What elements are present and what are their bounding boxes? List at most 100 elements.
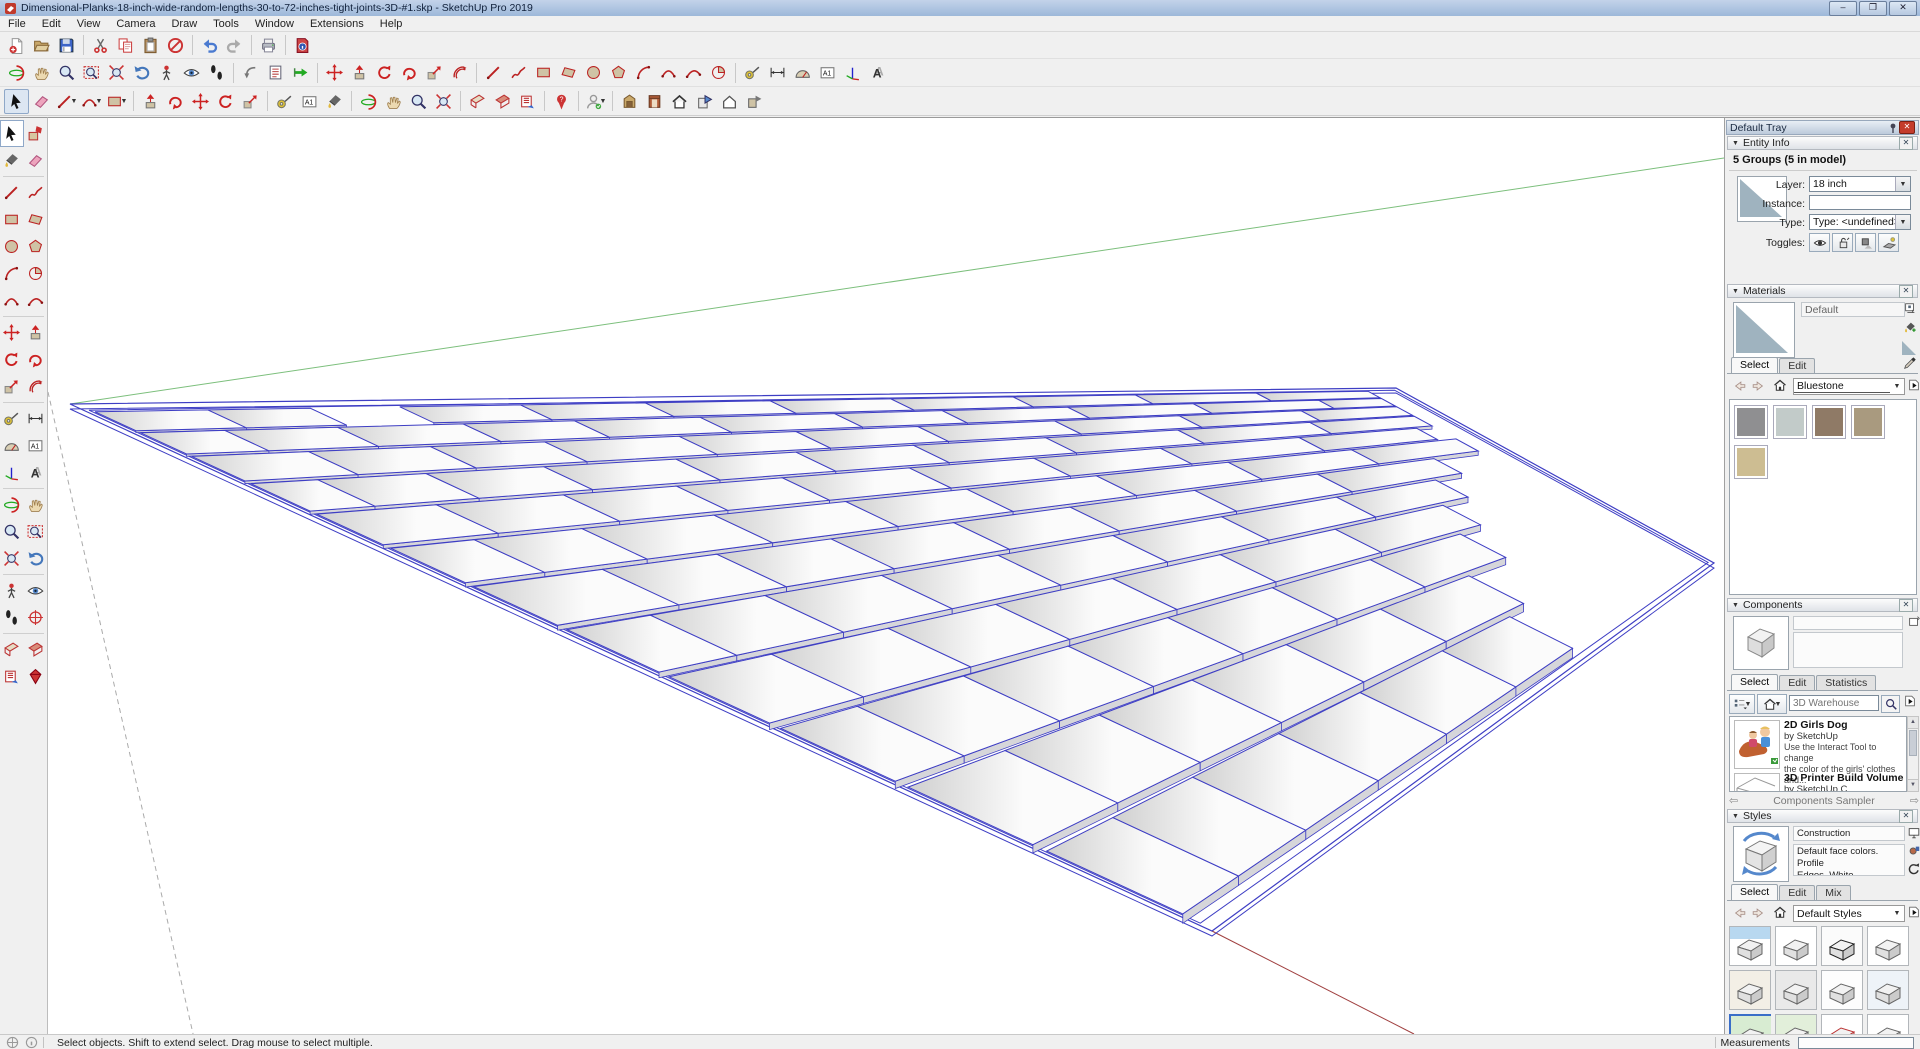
scale-tool-icon[interactable] (0, 373, 24, 400)
style-thumbnail[interactable] (1775, 970, 1817, 1010)
scroll-down-icon[interactable]: ▼ (1908, 779, 1918, 791)
signin-tool-icon[interactable]: ▼ (583, 89, 608, 114)
paste-tool-icon[interactable] (138, 33, 163, 58)
pan-tool-icon[interactable] (381, 89, 406, 114)
arc2-tool-icon[interactable] (656, 60, 681, 85)
details-arrow-icon[interactable] (1907, 905, 1920, 919)
arc2-tool-icon[interactable] (0, 287, 24, 314)
arc-tool-icon[interactable] (0, 260, 24, 287)
scrollbar-thumb[interactable] (1909, 730, 1917, 756)
dimension-tool-icon[interactable] (765, 60, 790, 85)
rect-tool-icon[interactable] (531, 60, 556, 85)
scale-tool-icon[interactable] (422, 60, 447, 85)
modelinfo-tool-icon[interactable] (290, 33, 315, 58)
menu-help[interactable]: Help (372, 17, 411, 31)
paint-tool-icon[interactable] (322, 89, 347, 114)
forward-arrow-icon[interactable] (1751, 379, 1765, 396)
details-arrow-icon[interactable] (1903, 694, 1917, 708)
tray-title-bar[interactable]: Default Tray ✕ (1726, 120, 1919, 135)
gem-tool-icon[interactable] (24, 663, 48, 690)
scroll-up-icon[interactable]: ▲ (1908, 717, 1918, 729)
pager-next-icon[interactable]: ⇨ (1910, 794, 1919, 807)
styles-header[interactable]: ▼ Styles ✕ (1727, 809, 1918, 823)
followme-tool-icon[interactable] (163, 89, 188, 114)
protractor-tool-icon[interactable] (790, 60, 815, 85)
axes-tool-icon[interactable] (840, 60, 865, 85)
view-options-icon[interactable]: ▼ (1729, 694, 1755, 714)
eyedropper-icon[interactable] (1903, 356, 1917, 370)
text3d-tool-icon[interactable]: AA (24, 459, 48, 486)
pager-prev-icon[interactable]: ⇦ (1729, 794, 1738, 807)
line-tool-icon[interactable] (0, 179, 24, 206)
style-thumbnail[interactable] (1729, 1014, 1771, 1034)
zoom-tool-icon[interactable] (54, 60, 79, 85)
pushpull-tool-icon[interactable] (24, 319, 48, 346)
poscam-tool-icon[interactable] (0, 577, 24, 604)
tab-mix[interactable]: Mix (1816, 885, 1850, 900)
line-tool-icon[interactable] (481, 60, 506, 85)
forward-arrow-icon[interactable] (1751, 906, 1765, 923)
scale-tool-icon[interactable] (238, 89, 263, 114)
entity-info-header[interactable]: ▼ Entity Info ✕ (1727, 136, 1918, 150)
lock-toggle-icon[interactable] (1832, 233, 1853, 252)
geolocation-icon[interactable] (6, 1036, 19, 1049)
components-header[interactable]: ▼ Components ✕ (1727, 598, 1918, 612)
chevron-down-icon[interactable]: ▼ (1890, 906, 1904, 921)
freehand-tool-icon[interactable] (506, 60, 531, 85)
export-tool-icon[interactable] (288, 60, 313, 85)
rect-tool-icon[interactable] (0, 206, 24, 233)
text-tool-icon[interactable]: A1 (815, 60, 840, 85)
components-close-icon[interactable]: ✕ (1899, 599, 1913, 612)
receive-shadows-toggle-icon[interactable] (1878, 233, 1899, 252)
rotrect-tool-icon[interactable] (24, 206, 48, 233)
material-swatch[interactable] (1812, 405, 1846, 439)
menu-tools[interactable]: Tools (205, 17, 247, 31)
entitylist-tool-icon[interactable] (263, 60, 288, 85)
tab-select[interactable]: Select (1731, 884, 1778, 900)
move-tool-icon[interactable] (0, 319, 24, 346)
minimize-button[interactable]: ‒ (1829, 1, 1857, 16)
look-tool-icon[interactable] (179, 60, 204, 85)
visibility-eye-toggle-icon[interactable] (1809, 233, 1830, 252)
create-material-icon[interactable] (1903, 320, 1917, 334)
chevron-down-icon[interactable]: ▼ (1895, 215, 1910, 229)
line-tool-icon[interactable]: ▼ (54, 89, 79, 114)
style-thumbnail[interactable] (1821, 926, 1863, 966)
tape-tool-icon[interactable] (740, 60, 765, 85)
pushpull-tool-icon[interactable] (138, 89, 163, 114)
styles-collection-dropdown[interactable]: Default Styles ▼ (1793, 905, 1905, 922)
menu-edit[interactable]: Edit (34, 17, 69, 31)
style-thumbnail[interactable] (1821, 1014, 1863, 1034)
redo-tool-icon[interactable] (222, 33, 247, 58)
poscam-tool-icon[interactable] (154, 60, 179, 85)
display-secondary-pane-icon[interactable] (1903, 302, 1917, 316)
orbit-tool-icon[interactable] (0, 491, 24, 518)
offset-tool-icon[interactable] (24, 373, 48, 400)
pin-icon[interactable] (1887, 122, 1899, 134)
sectionc-tool-icon[interactable] (515, 89, 540, 114)
text3d-tool-icon[interactable]: AA (865, 60, 890, 85)
offset-tool-icon[interactable] (447, 60, 472, 85)
rotrect-tool-icon[interactable] (556, 60, 581, 85)
rotate-tool-icon[interactable] (0, 346, 24, 373)
rotate-tool-icon[interactable] (372, 60, 397, 85)
addlocation-tool-icon[interactable]: ? (549, 89, 574, 114)
rect-tool-icon[interactable]: ▼ (104, 89, 129, 114)
look-tool-icon[interactable] (24, 577, 48, 604)
polygon-tool-icon[interactable] (606, 60, 631, 85)
prevview-tool-icon[interactable] (238, 60, 263, 85)
styles-close-icon[interactable]: ✕ (1899, 810, 1913, 823)
tab-statistics[interactable]: Statistics (1816, 675, 1876, 690)
materials-list-area[interactable] (1729, 399, 1917, 595)
print-tool-icon[interactable] (256, 33, 281, 58)
pan-tool-icon[interactable] (29, 60, 54, 85)
zoomprev-tool-icon[interactable] (129, 60, 154, 85)
arc3-tool-icon[interactable] (681, 60, 706, 85)
in-model-home-icon[interactable] (1773, 378, 1787, 395)
material-swatch[interactable] (1773, 405, 1807, 439)
newfile-tool-icon[interactable] (4, 33, 29, 58)
cursor-tool-icon[interactable] (0, 120, 24, 147)
followme-tool-icon[interactable] (397, 60, 422, 85)
arc-tool-icon[interactable] (631, 60, 656, 85)
eraser-tool-icon[interactable] (29, 89, 54, 114)
